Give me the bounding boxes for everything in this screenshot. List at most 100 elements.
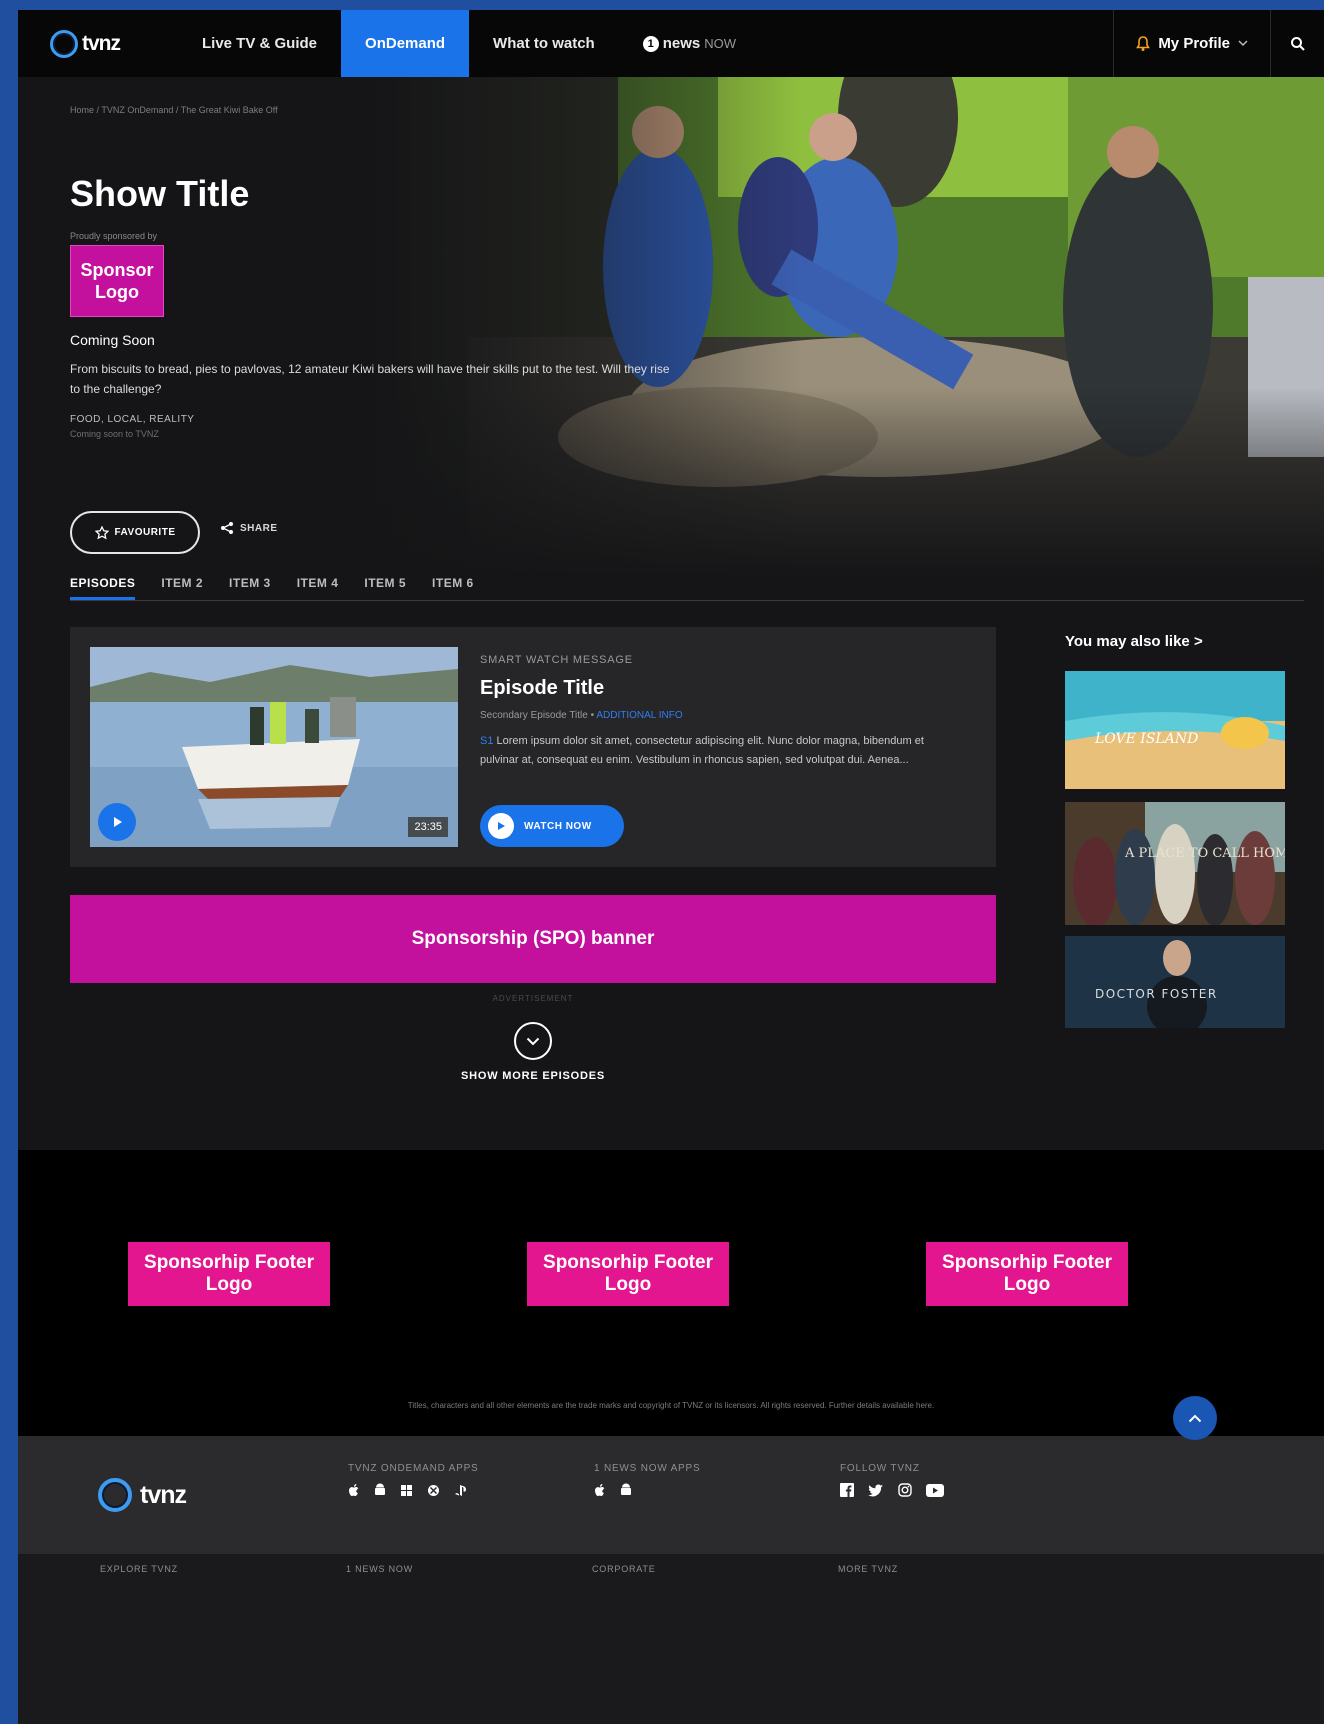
- my-profile-label: My Profile: [1158, 35, 1230, 52]
- footer-corporate-title: CORPORATE: [592, 1564, 656, 1574]
- xbox-icon[interactable]: [427, 1484, 440, 1497]
- footer-ondemand-apps-title: TVNZ ONDEMAND APPS: [348, 1463, 479, 1474]
- episode-title[interactable]: Episode Title: [480, 677, 604, 700]
- tvnz-ring-icon: [50, 29, 78, 58]
- instagram-icon[interactable]: [898, 1483, 912, 1497]
- footer-follow-title: FOLLOW TVNZ: [840, 1463, 920, 1474]
- footer-links-area: [18, 1554, 1324, 1724]
- apple-icon[interactable]: [348, 1483, 360, 1497]
- show-description: From biscuits to bread, pies to pavlovas…: [70, 362, 670, 396]
- tab-item-6[interactable]: ITEM 6: [432, 570, 474, 600]
- youtube-icon[interactable]: [926, 1483, 944, 1497]
- play-icon: [114, 817, 122, 827]
- news-word: news: [662, 35, 701, 52]
- show-more-episodes[interactable]: SHOW MORE EPISODES: [70, 1022, 996, 1082]
- sponsorship-banner[interactable]: Sponsorship (SPO) banner: [70, 895, 996, 983]
- sponsored-by-label: Proudly sponsored by: [70, 231, 158, 241]
- playstation-icon[interactable]: [454, 1484, 470, 1497]
- recommendation-image: LOVE ISLAND: [1065, 671, 1285, 789]
- show-hero: Home / TVNZ OnDemand / The Great Kiwi Ba…: [18, 77, 1324, 597]
- sponsor-logo[interactable]: Sponsor Logo: [70, 245, 164, 317]
- android-icon[interactable]: [620, 1483, 632, 1497]
- footer-sponsor-logo-1[interactable]: Sponsorhip Footer Logo: [128, 1242, 330, 1306]
- footer-sponsor-logo-3[interactable]: Sponsorhip Footer Logo: [926, 1242, 1128, 1306]
- news-now-word: NOW: [704, 36, 737, 51]
- secondary-episode-link[interactable]: ADDITIONAL INFO: [596, 710, 682, 721]
- recommendation-image: A PLACE TO CALL HOME: [1065, 802, 1285, 925]
- recommendation-doctor-foster[interactable]: DOCTOR FOSTER: [1065, 936, 1285, 1028]
- smart-watch-message: SMART WATCH MESSAGE: [480, 654, 633, 666]
- recommendation-label-3: DOCTOR FOSTER: [1095, 987, 1218, 1001]
- tvnz-logo[interactable]: tvnz: [18, 10, 178, 77]
- show-title: Show Title: [70, 173, 250, 214]
- news-app-icons: [594, 1483, 632, 1497]
- footer-more-tvnz-title: MORE TVNZ: [838, 1564, 899, 1574]
- footer-sponsor-logo-2[interactable]: Sponsorhip Footer Logo: [527, 1242, 729, 1306]
- logo-text: tvnz: [82, 31, 121, 55]
- recommendation-a-place-to-call-home[interactable]: A PLACE TO CALL HOME: [1065, 802, 1285, 925]
- twitter-icon[interactable]: [868, 1484, 884, 1497]
- android-icon[interactable]: [374, 1483, 386, 1497]
- chevron-down-circle-icon: [514, 1022, 552, 1060]
- tab-item-5[interactable]: ITEM 5: [364, 570, 406, 600]
- share-label: SHARE: [240, 522, 278, 534]
- show-genres: FOOD, LOCAL, REALITY: [70, 414, 195, 425]
- play-button[interactable]: [98, 803, 136, 841]
- nav-1news-now[interactable]: 1 news NOW: [619, 10, 760, 77]
- footer-logo-text: tvnz: [140, 1480, 187, 1509]
- episode-thumbnail-image: [90, 647, 458, 847]
- episode-season-tag: S1: [480, 735, 494, 747]
- chevron-down-icon: [1238, 40, 1248, 47]
- recommendation-label-1: LOVE ISLAND: [1094, 731, 1198, 747]
- social-icons: [840, 1483, 944, 1497]
- recommendation-image: DOCTOR FOSTER: [1065, 936, 1285, 1028]
- hero-fade-bottom: [18, 387, 1324, 597]
- apple-icon[interactable]: [594, 1483, 606, 1497]
- episode-secondary: Secondary Episode Title • ADDITIONAL INF…: [480, 710, 683, 721]
- episode-card: 23:35 SMART WATCH MESSAGE Episode Title …: [70, 627, 996, 867]
- show-more-label: SHOW MORE EPISODES: [461, 1070, 605, 1082]
- breadcrumb[interactable]: Home / TVNZ OnDemand / The Great Kiwi Ba…: [70, 105, 278, 115]
- advertisement-label: ADVERTISEMENT: [492, 994, 574, 1003]
- windows-icon[interactable]: [400, 1484, 413, 1497]
- recommendation-label-2: A PLACE TO CALL HOME: [1124, 846, 1285, 861]
- facebook-icon[interactable]: [840, 1483, 854, 1497]
- back-to-top-button[interactable]: [1173, 1396, 1217, 1440]
- footer-tvnz-logo[interactable]: tvnz: [98, 1478, 187, 1512]
- watch-now-button[interactable]: WATCH NOW: [480, 805, 624, 847]
- nav-live-tv-guide[interactable]: Live TV & Guide: [178, 10, 341, 77]
- share-icon: [221, 522, 233, 534]
- footer-1news-apps-title: 1 NEWS NOW APPS: [594, 1463, 701, 1474]
- favourite-label: FAVOURITE: [114, 527, 176, 538]
- search-icon: [1290, 36, 1305, 51]
- chevron-up-icon: [1188, 1414, 1202, 1422]
- secondary-episode-title: Secondary Episode Title: [480, 710, 588, 721]
- episode-duration: 23:35: [408, 817, 448, 837]
- footer-1news-title: 1 NEWS NOW: [346, 1564, 414, 1574]
- recommendation-love-island[interactable]: LOVE ISLAND: [1065, 671, 1285, 789]
- episode-thumbnail[interactable]: 23:35: [90, 647, 458, 847]
- tab-item-2[interactable]: ITEM 2: [161, 570, 203, 600]
- nav-what-to-watch[interactable]: What to watch: [469, 10, 619, 77]
- star-icon: [94, 525, 109, 539]
- tab-item-4[interactable]: ITEM 4: [297, 570, 339, 600]
- page-frame: tvnz Live TV & Guide OnDemand What to wa…: [18, 10, 1324, 1724]
- favourite-button[interactable]: FAVOURITE: [70, 511, 200, 554]
- footer-apps-bar: [18, 1436, 1324, 1554]
- tvnz-ring-icon: [98, 1478, 132, 1512]
- show-availability: Coming soon to TVNZ: [70, 429, 159, 439]
- you-may-also-like-heading[interactable]: You may also like >: [1065, 633, 1203, 650]
- ondemand-app-icons: [348, 1483, 470, 1497]
- copyright-notice: Titles, characters and all other element…: [407, 1401, 935, 1410]
- my-profile-button[interactable]: My Profile: [1113, 10, 1270, 77]
- play-circle-icon: [488, 813, 514, 839]
- top-navigation: tvnz Live TV & Guide OnDemand What to wa…: [18, 10, 1324, 77]
- nav-ondemand[interactable]: OnDemand: [341, 10, 470, 77]
- episode-description: S1 Lorem ipsum dolor sit amet, consectet…: [480, 732, 950, 770]
- tab-item-3[interactable]: ITEM 3: [229, 570, 271, 600]
- search-button[interactable]: [1270, 10, 1324, 77]
- tab-episodes[interactable]: EPISODES: [70, 570, 136, 600]
- share-button[interactable]: SHARE: [220, 521, 278, 535]
- 1news-icon: 1: [642, 35, 659, 52]
